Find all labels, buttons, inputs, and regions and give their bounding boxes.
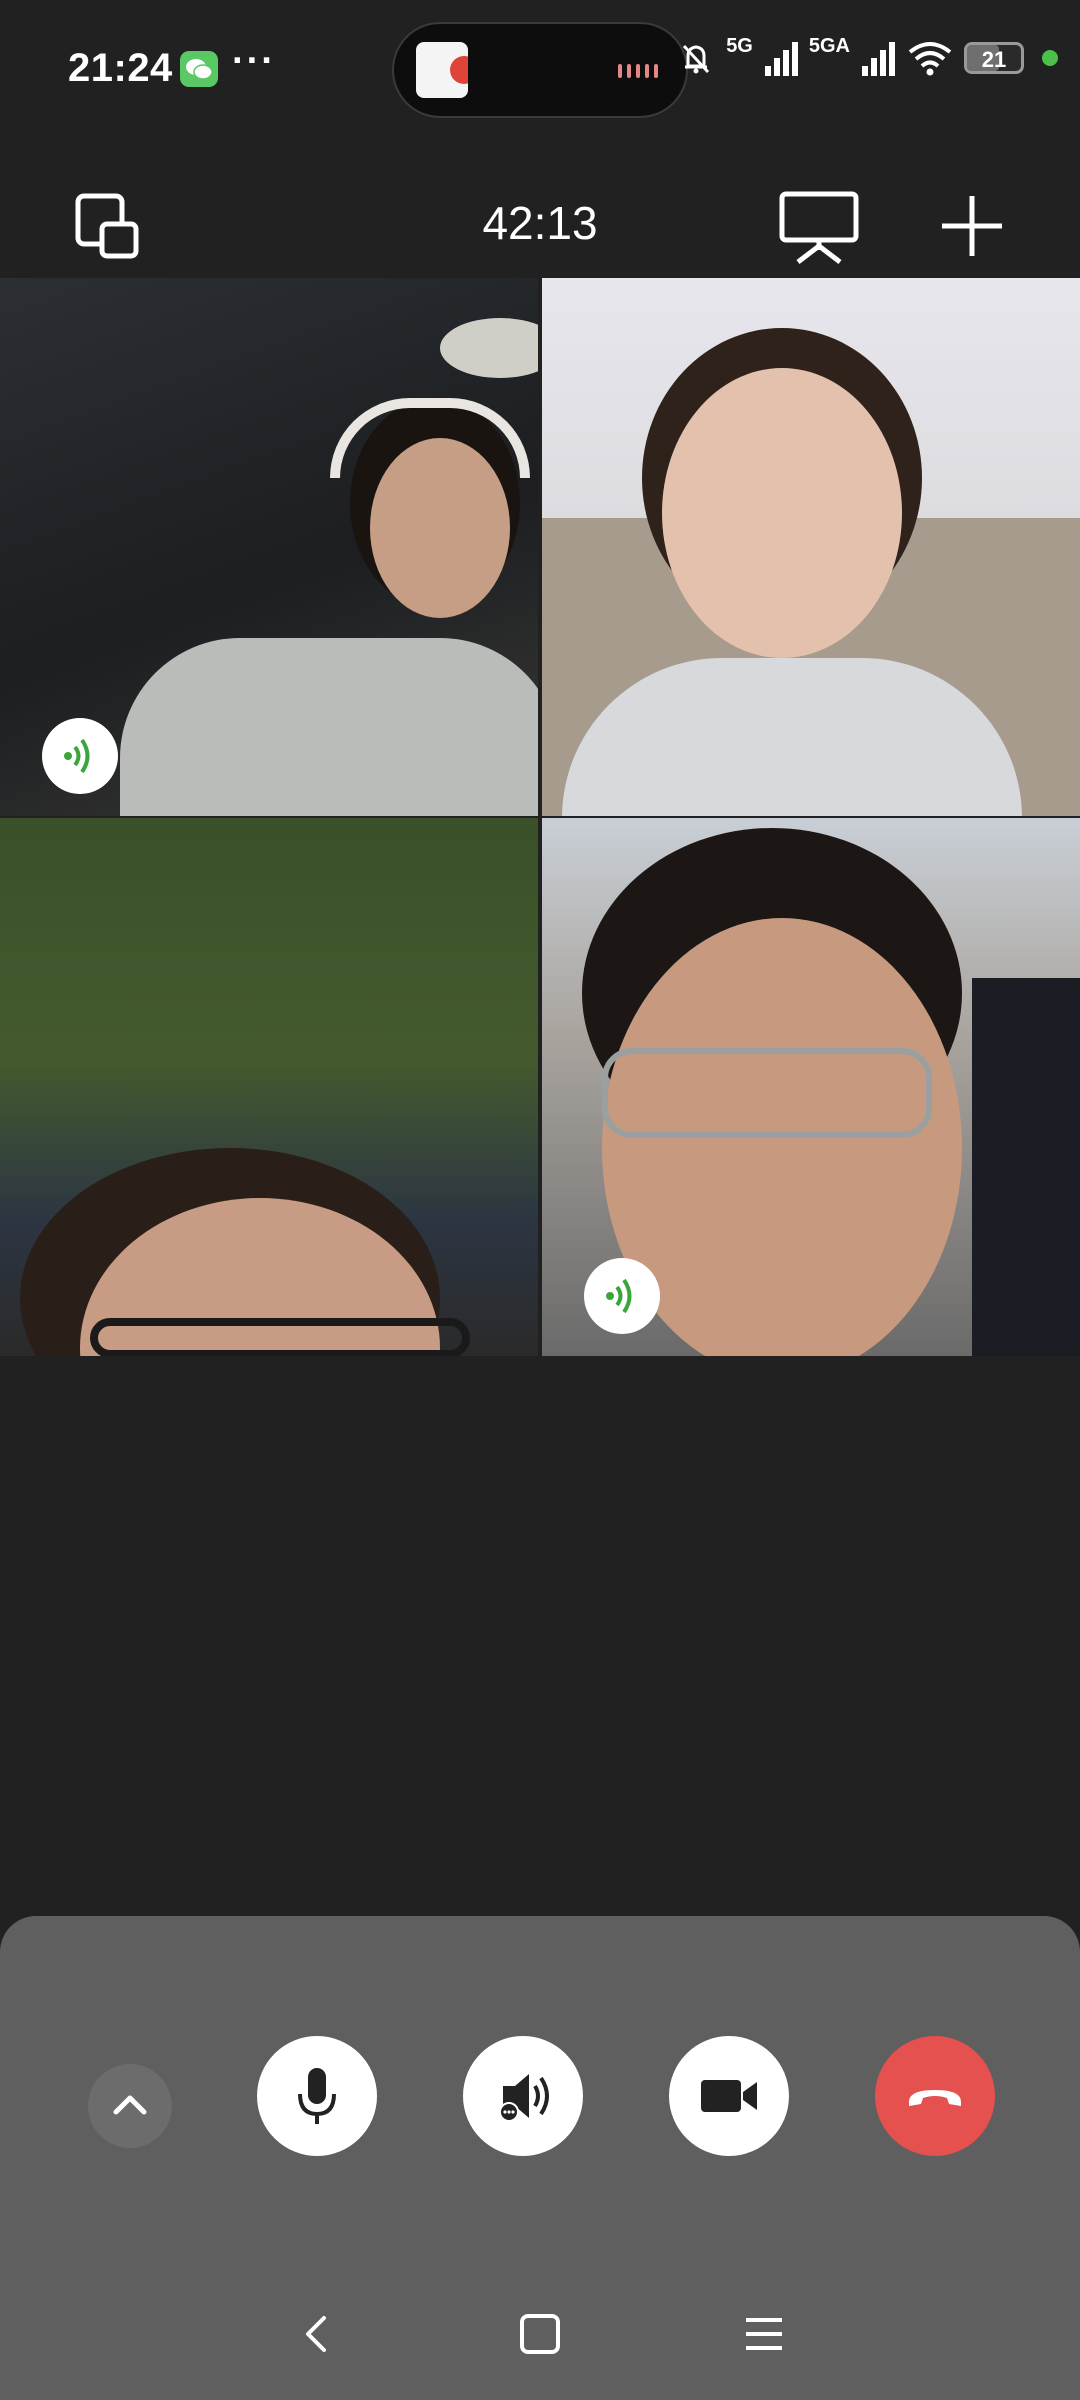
participant-sweater: [120, 638, 538, 816]
sound-wave-icon: [606, 1278, 632, 1314]
recents-menu-icon[interactable]: [734, 2304, 794, 2364]
participant-video-3[interactable]: [0, 818, 538, 1356]
hang-up-icon: [909, 2090, 961, 2106]
call-duration: 42:13: [482, 197, 598, 249]
video-grid: [0, 278, 1080, 1356]
wechat-notification-icon: [180, 51, 218, 87]
microphone-button[interactable]: [257, 2036, 377, 2156]
battery-level: 21: [981, 47, 1007, 72]
glasses: [602, 1048, 932, 1138]
participant-video-1[interactable]: [0, 278, 538, 816]
speaker-button[interactable]: [463, 2036, 583, 2156]
glasses: [90, 1318, 470, 1356]
battery-icon: 21: [964, 42, 1024, 74]
mute-bell-icon: [683, 44, 710, 74]
media-thumbnail: [416, 42, 468, 98]
clock: 21:24: [68, 46, 173, 90]
audio-wave-icon: [618, 64, 658, 78]
more-notifications-indicator: ···: [232, 40, 276, 82]
network-type-1: 5G: [726, 34, 753, 57]
screen-share-icon[interactable]: [776, 186, 862, 266]
expand-controls-button[interactable]: [88, 2064, 172, 2148]
signal-icon: [764, 42, 798, 76]
call-top-bar: 42:13: [0, 160, 1080, 280]
system-icons: 5G 5GA 21: [676, 34, 1058, 78]
speaking-indicator: [584, 1258, 660, 1334]
signal-icon-2: [862, 42, 895, 76]
hang-up-button[interactable]: [875, 2036, 995, 2156]
network-type-2: 5GA: [808, 34, 850, 57]
camera-button[interactable]: [669, 2036, 789, 2156]
speaking-indicator: [42, 718, 118, 794]
headphones: [330, 398, 530, 478]
dynamic-island[interactable]: [392, 22, 688, 118]
speaker-icon: [499, 2074, 549, 2122]
background-jacket: [972, 978, 1080, 1356]
video-camera-icon: [701, 2080, 757, 2112]
plus-icon[interactable]: [932, 186, 1012, 266]
sound-wave-icon: [64, 738, 90, 774]
participant-video-2[interactable]: [542, 278, 1080, 816]
home-icon[interactable]: [510, 2304, 570, 2364]
wifi-icon: [908, 42, 952, 76]
privacy-indicator-dot: [1042, 50, 1058, 66]
chevron-up-icon: [113, 2095, 147, 2115]
status-bar: 21:24 ··· 5G 5GA 21: [0, 0, 1080, 140]
back-icon[interactable]: [286, 2304, 346, 2364]
participant-video-4[interactable]: [542, 818, 1080, 1356]
participant-face: [662, 368, 902, 658]
ceiling-lamp: [440, 318, 538, 378]
system-navigation-bar: [0, 2296, 1080, 2376]
microphone-icon: [298, 2068, 336, 2124]
call-controls-sheet: [0, 1916, 1080, 2400]
